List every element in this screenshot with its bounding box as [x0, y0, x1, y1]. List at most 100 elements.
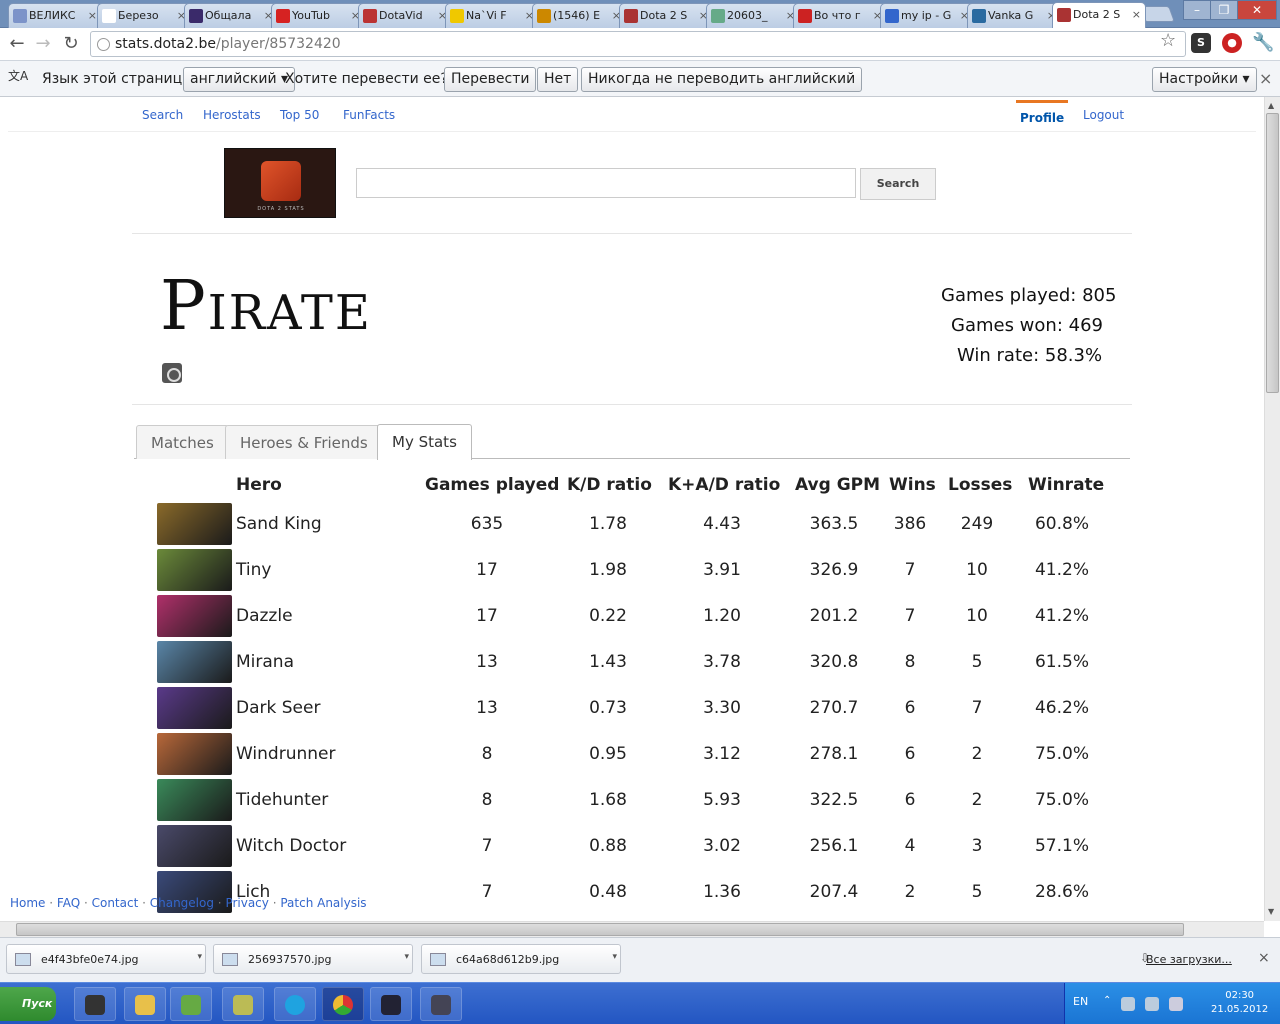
language-select[interactable]: английский ▾ [183, 67, 296, 92]
wrench-menu-icon[interactable]: 🔧 [1252, 32, 1274, 53]
cell-winrate: 28.6% [1034, 882, 1089, 902]
taskbar-app-steam[interactable] [370, 987, 412, 1021]
taskbar-app-contacts[interactable] [170, 987, 212, 1021]
hero-portrait[interactable] [157, 503, 232, 545]
back-icon[interactable]: ← [4, 33, 30, 54]
hero-portrait[interactable] [157, 595, 232, 637]
taskbar-app-explorer[interactable] [124, 987, 166, 1021]
tab-close-icon[interactable]: × [88, 9, 97, 22]
browser-tab[interactable]: 20603_ × [706, 3, 800, 28]
translate-prompt: Язык этой страницы [42, 71, 194, 87]
hero-portrait[interactable] [157, 733, 232, 775]
browser-tab[interactable]: (1546) E × [532, 3, 626, 28]
system-clock[interactable]: 02:30 21.05.2012 [1211, 989, 1268, 1017]
browser-tab[interactable]: DotaVid × [358, 3, 452, 28]
vertical-scroll-thumb[interactable] [1266, 113, 1279, 393]
horizontal-scrollbar[interactable] [0, 921, 1264, 937]
browser-tab[interactable]: my ip - G × [880, 3, 974, 28]
hero-name[interactable]: Sand King [236, 514, 322, 534]
adblock-icon[interactable]: ● [1222, 33, 1242, 53]
no-button[interactable]: Нет [537, 67, 579, 92]
hero-name[interactable]: Mirana [236, 652, 294, 672]
download-item[interactable]: c64a68d612b9.jpg ▾ [421, 944, 621, 974]
infobar-close-icon[interactable]: × [1259, 69, 1272, 88]
taskbar-app-media[interactable] [74, 987, 116, 1021]
minimize-icon[interactable]: – [1183, 0, 1211, 20]
scroll-up-icon[interactable]: ▲ [1268, 101, 1274, 110]
hero-portrait[interactable] [157, 779, 232, 821]
taskbar-app-chrome[interactable] [322, 987, 364, 1021]
bookmark-star-icon[interactable]: ☆ [1160, 30, 1176, 51]
maximize-icon[interactable]: ❐ [1210, 0, 1238, 20]
hero-portrait[interactable] [157, 641, 232, 683]
footer-patch-analysis[interactable]: Patch Analysis [280, 896, 366, 910]
browser-tab[interactable]: Dota 2 S × [1052, 2, 1146, 28]
footer-contact[interactable]: Contact [92, 896, 139, 910]
site-logo[interactable]: DOTA 2 STATS [224, 148, 336, 218]
download-item[interactable]: e4f43bfe0e74.jpg ▾ [6, 944, 206, 974]
dropdown-arrow-icon[interactable]: ▾ [612, 952, 617, 962]
tab-close-icon[interactable]: × [1132, 8, 1141, 21]
taskbar-app-calculator[interactable] [222, 987, 264, 1021]
browser-tab[interactable]: Березо × [97, 3, 191, 28]
taskbar-app-game[interactable] [420, 987, 462, 1021]
nav-search[interactable]: Search [142, 108, 183, 122]
browser-tab[interactable]: Vanka G× [967, 3, 1061, 28]
address-bar[interactable]: stats.dota2.be/player/85732420 [90, 31, 1186, 57]
vertical-scrollbar[interactable]: ▲ ▼ [1264, 97, 1280, 921]
hero-name[interactable]: Dazzle [236, 606, 293, 626]
settings-button[interactable]: Настройки ▾ [1152, 67, 1257, 92]
steam-icon[interactable] [162, 363, 182, 383]
hero-name[interactable]: Dark Seer [236, 698, 320, 718]
browser-tab[interactable]: ВЕЛИКС × [8, 3, 102, 28]
browser-tab[interactable]: Dota 2 S × [619, 3, 713, 28]
browser-tab[interactable]: YouTub × [271, 3, 365, 28]
forward-icon[interactable]: → [30, 33, 56, 54]
start-button[interactable]: Пуск [0, 987, 56, 1021]
player-search-button[interactable]: Search [860, 168, 936, 200]
nav-logout[interactable]: Logout [1083, 108, 1124, 122]
tab-matches[interactable]: Matches [136, 425, 229, 459]
hero-name[interactable]: Tidehunter [236, 790, 328, 810]
hero-name[interactable]: Witch Doctor [236, 836, 346, 856]
tab-heroes-friends[interactable]: Heroes & Friends [225, 425, 383, 459]
footer-changelog[interactable]: Changelog [150, 896, 214, 910]
dropdown-arrow-icon[interactable]: ▾ [404, 952, 409, 962]
tray-expand-icon[interactable]: ⌃ [1103, 995, 1111, 1006]
network-icon[interactable] [1145, 997, 1159, 1011]
horizontal-scroll-thumb[interactable] [16, 923, 1184, 936]
browser-tab[interactable]: Na`Vi F × [445, 3, 539, 28]
volume-icon[interactable] [1169, 997, 1183, 1011]
translate-button[interactable]: Перевести [444, 67, 537, 92]
hero-portrait[interactable] [157, 549, 232, 591]
network-error-icon[interactable] [1121, 997, 1135, 1011]
window-close-icon[interactable]: ✕ [1237, 0, 1277, 20]
browser-tab[interactable]: Во что г × [793, 3, 887, 28]
dropdown-arrow-icon[interactable]: ▾ [197, 952, 202, 962]
nav-funfacts[interactable]: FunFacts [343, 108, 395, 122]
nav-herostats[interactable]: Herostats [203, 108, 261, 122]
all-downloads-link[interactable]: Все загрузки... [1146, 953, 1232, 966]
browser-tab[interactable]: Общала × [184, 3, 278, 28]
nav-profile[interactable]: Profile [1016, 100, 1069, 125]
nav-top50[interactable]: Top 50 [280, 108, 319, 122]
taskbar-app-skype[interactable] [274, 987, 316, 1021]
cell-kad: 3.91 [703, 560, 741, 580]
player-search-input[interactable] [356, 168, 856, 198]
shelf-close-icon[interactable]: × [1258, 950, 1270, 966]
language-indicator[interactable]: EN [1073, 995, 1088, 1008]
page-info-icon[interactable] [97, 38, 110, 51]
hero-portrait[interactable] [157, 825, 232, 867]
extension-s-icon[interactable]: S [1191, 33, 1211, 53]
download-item[interactable]: 256937570.jpg ▾ [213, 944, 413, 974]
hero-portrait[interactable] [157, 687, 232, 729]
scroll-down-icon[interactable]: ▼ [1268, 907, 1274, 916]
footer-faq[interactable]: FAQ [57, 896, 80, 910]
footer-privacy[interactable]: Privacy [225, 896, 268, 910]
hero-name[interactable]: Windrunner [236, 744, 336, 764]
never-translate-button[interactable]: Никогда не переводить английский [581, 67, 863, 92]
hero-name[interactable]: Tiny [236, 560, 271, 580]
footer-home[interactable]: Home [10, 896, 45, 910]
tab-my-stats[interactable]: My Stats [377, 424, 472, 460]
reload-icon[interactable]: ↻ [58, 33, 84, 54]
